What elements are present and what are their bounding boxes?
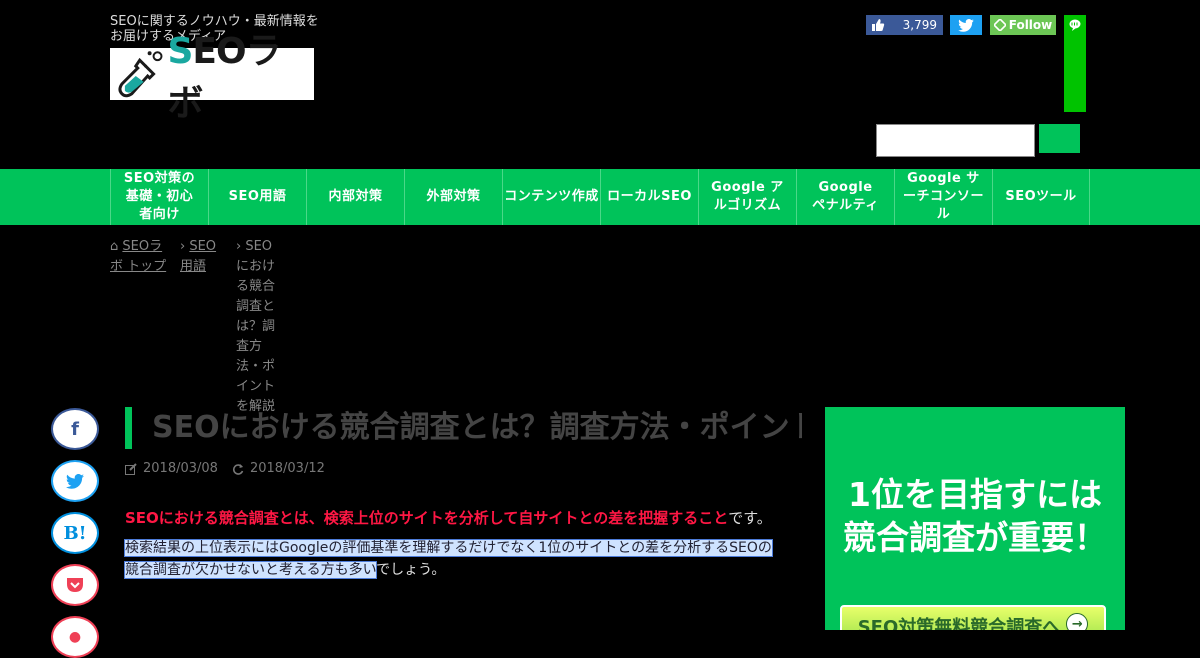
facebook-share-circle[interactable]: f [51,408,99,450]
edit-icon [125,462,137,475]
nav-item-label: 内部対策 [328,189,383,204]
nav-item-seo-tools[interactable]: SEOツール [992,169,1090,225]
nav-item-content[interactable]: コンテンツ作成 [502,169,600,225]
feedly-follow-button[interactable]: Follow [990,15,1056,35]
feed-share-circle[interactable]: ● [51,616,99,658]
breadcrumb-home[interactable]: ⌂ SEOラボ トップ [110,237,170,277]
updated-date-label: 2018/03/12 [249,461,325,476]
sidebar-ad-banner[interactable]: 1位を目指すには 競合調査が重要！ SEO対策無料競合調査へ → [825,407,1125,630]
facebook-like-count: 3,799 [902,18,937,32]
home-icon: ⌂ [110,239,119,254]
article-title: SEOにおける競合調査とは？調査方法・ポイントを解説 [152,410,802,445]
arrow-right-circle-icon: → [1066,613,1089,630]
feed-icon: ● [68,629,82,645]
nav-item-internal[interactable]: 内部対策 [306,169,404,225]
published-date: 2018/03/08 [125,461,218,476]
feedly-follow-label: Follow [1008,18,1053,32]
twitter-bird-icon [66,473,84,489]
facebook-icon: f [71,418,79,440]
pocket-share-circle[interactable] [51,564,99,606]
search-button[interactable] [1039,124,1080,153]
nav-item-google-algorithm[interactable]: Google アルゴリズム [698,169,796,225]
updated-date: 2018/03/12 [232,461,325,476]
ad-cta-label: SEO対策無料競合調査へ [857,617,1061,630]
flask-icon [118,51,163,98]
nav-item-label: Google ペナルティ [812,180,879,213]
published-date-label: 2018/03/08 [143,461,218,476]
selected-text: 検索結果の上位表示にはGoogleの評価基準を理解するだけでなく1位のサイトとの… [124,539,773,579]
twitter-share-button[interactable] [950,15,982,35]
hatena-bookmark-circle[interactable]: B! [51,512,99,554]
body-tail: でしょう。 [376,562,446,578]
line-icon [1069,19,1081,31]
thumbs-up-icon [872,19,885,31]
lead-tail: です。 [728,509,772,527]
nav-item-label: ローカルSEO [607,189,692,204]
breadcrumb-current: › SEOにおける競合調査とは？調査方法・ポイントを解説 [236,237,282,417]
article-meta: 2018/03/08 2018/03/12 [125,461,325,476]
hatena-icon: B! [63,522,87,544]
twitter-share-circle[interactable] [51,460,99,502]
pocket-icon [67,578,83,592]
chevron-right-icon: › [180,239,186,254]
nav-item-seo-basics[interactable]: SEO対策の基礎・初心者向け [110,169,208,225]
feedly-icon [993,19,1006,31]
site-logo[interactable]: SEOラボ [110,31,314,124]
logo-wordmark: SEOラボ [167,31,281,124]
nav-item-seo-terms[interactable]: SEO用語 [208,169,306,225]
facebook-like-button[interactable]: 3,799 [866,15,943,35]
ad-headline: 1位を目指すには 競合調査が重要！ [825,473,1125,559]
line-share-button[interactable] [1064,15,1086,112]
nav-item-label: SEO用語 [228,189,287,204]
ad-cta-button[interactable]: SEO対策無料競合調査へ → [840,605,1106,630]
nav-item-label: Google サーチコンソール [902,171,984,222]
breadcrumb-current-label: SEOにおける競合調査とは？調査方法・ポイントを解説 [236,239,276,414]
nav-item-google-penalty[interactable]: Google ペナルティ [796,169,894,225]
lead-emphasis: SEOにおける競合調査とは、検索上位のサイトを分析して自サイトとの差を把握するこ… [125,509,729,527]
breadcrumb-category[interactable]: › SEO用語 [180,237,228,277]
breadcrumb-home-link[interactable]: SEOラボ トップ [110,239,166,274]
article-body: 検索結果の上位表示にはGoogleの評価基準を理解するだけでなく1位のサイトとの… [124,537,785,581]
chevron-right-icon: › [236,239,242,254]
ad-line-2: 競合調査が重要！ [843,518,1107,557]
ad-line-1: 1位を目指すには [848,475,1102,514]
title-accent-bar [125,407,132,449]
article-lead: SEOにおける競合調査とは、検索上位のサイトを分析して自サイトとの差を把握するこ… [125,508,785,528]
nav-item-search-console[interactable]: Google サーチコンソール [894,169,992,225]
nav-item-label: SEOツール [1005,189,1077,204]
nav-item-label: 外部対策 [426,189,481,204]
twitter-bird-icon [958,18,974,32]
breadcrumb-category-link[interactable]: SEO用語 [180,239,216,274]
nav-item-label: Google アルゴリズム [711,180,784,213]
nav-item-label: コンテンツ作成 [504,189,599,204]
refresh-icon [232,463,244,475]
nav-item-label: SEO対策の基礎・初心者向け [123,171,196,222]
nav-item-external[interactable]: 外部対策 [404,169,502,225]
nav-item-local-seo[interactable]: ローカルSEO [600,169,698,225]
search-input[interactable] [876,124,1035,157]
